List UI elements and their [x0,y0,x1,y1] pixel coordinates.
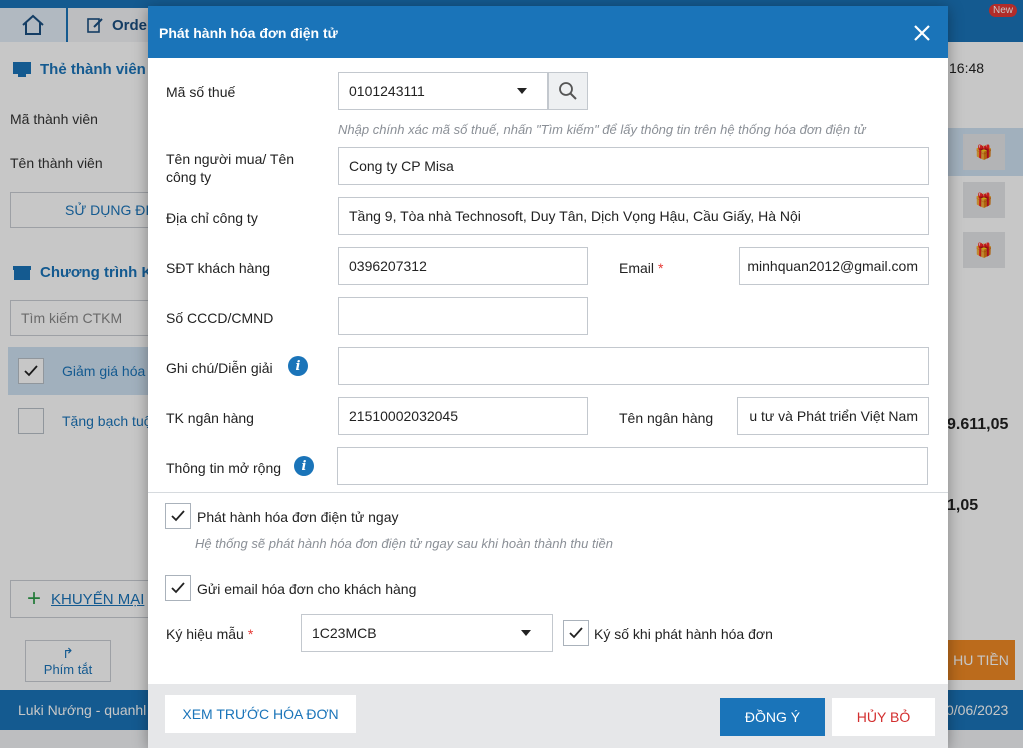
search-icon [559,82,577,100]
phone-input-value[interactable] [349,258,577,274]
tax-code-label: Mã số thuế [166,84,236,100]
phone-label: SĐT khách hàng [166,260,271,276]
preview-invoice-button[interactable]: XEM TRƯỚC HÓA ĐƠN [165,695,356,733]
check-icon [171,510,185,522]
dialog-header: Phát hành hóa đơn điện tử [148,6,948,58]
address-input-value[interactable] [349,208,918,224]
id-card-input-value[interactable] [349,308,577,324]
dialog-title: Phát hành hóa đơn điện tử [159,25,338,41]
email-input[interactable]: minhquan2012@gmail.com [739,247,929,285]
note-label: Ghi chú/Diễn giải [166,360,273,376]
note-input[interactable] [338,347,929,385]
issue-now-checkbox[interactable] [165,503,191,529]
send-email-checkbox[interactable] [165,575,191,601]
address-label: Địa chỉ công ty [166,210,258,226]
sign-on-issue-checkbox[interactable] [563,620,589,646]
bank-account-input[interactable] [338,397,588,435]
buyer-name-input-value[interactable] [349,158,918,174]
extra-info-input-value[interactable] [348,458,917,474]
bank-name-label: Tên ngân hàng [619,410,714,426]
issue-now-hint: Hệ thống sẽ phát hành hóa đơn điện tử ng… [195,536,613,551]
tax-code-input[interactable] [338,72,497,110]
note-input-value[interactable] [349,358,918,374]
check-icon [569,627,583,639]
info-icon[interactable]: i [288,356,308,376]
buyer-name-input[interactable] [338,147,929,185]
bank-name-input[interactable]: u tư và Phát triển Việt Nam [737,397,929,435]
dialog-footer: XEM TRƯỚC HÓA ĐƠN ĐỒNG Ý HỦY BỎ [148,684,948,748]
tax-code-input-value[interactable] [349,83,486,99]
sign-on-issue-label[interactable]: Ký số khi phát hành hóa đơn [594,626,773,642]
bank-name-input-value[interactable]: u tư và Phát triển Việt Nam [749,408,918,424]
phone-input[interactable] [338,247,588,285]
caret-down-icon [516,88,527,94]
section-divider [148,492,948,493]
bank-account-input-value[interactable] [349,408,577,424]
issue-einvoice-dialog: Phát hành hóa đơn điện tử Mã số thuế Nhậ… [148,6,948,748]
template-symbol-value: 1C23MCB [312,625,377,641]
issue-now-label[interactable]: Phát hành hóa đơn điện tử ngay [197,509,398,525]
info-icon[interactable]: i [294,456,314,476]
caret-down-icon [521,630,531,636]
address-input[interactable] [338,197,929,235]
template-symbol-select[interactable]: 1C23MCB [301,614,553,652]
tax-search-button[interactable] [548,72,588,110]
tax-code-dropdown-button[interactable] [496,72,548,110]
bank-account-label: TK ngân hàng [166,410,254,426]
email-input-value[interactable]: minhquan2012@gmail.com [747,258,918,274]
id-card-input[interactable] [338,297,588,335]
ok-button[interactable]: ĐỒNG Ý [720,698,825,736]
required-marker: * [658,260,664,276]
extra-info-input[interactable] [337,447,928,485]
close-icon [914,25,930,41]
close-button[interactable] [904,18,940,48]
tax-code-hint: Nhập chính xác mã số thuế, nhấn "Tìm kiế… [338,122,866,137]
extra-info-label: Thông tin mở rộng [166,460,282,476]
check-icon [171,582,185,594]
template-symbol-label: Ký hiệu mẫu * [166,626,254,642]
required-marker: * [247,626,254,642]
buyer-name-label: Tên người mua/ Tên công ty [166,151,295,185]
id-card-label: Số CCCD/CMND [166,310,274,326]
email-label: Email * [619,260,664,276]
cancel-button[interactable]: HỦY BỎ [832,698,935,736]
send-email-label[interactable]: Gửi email hóa đơn cho khách hàng [197,581,416,597]
